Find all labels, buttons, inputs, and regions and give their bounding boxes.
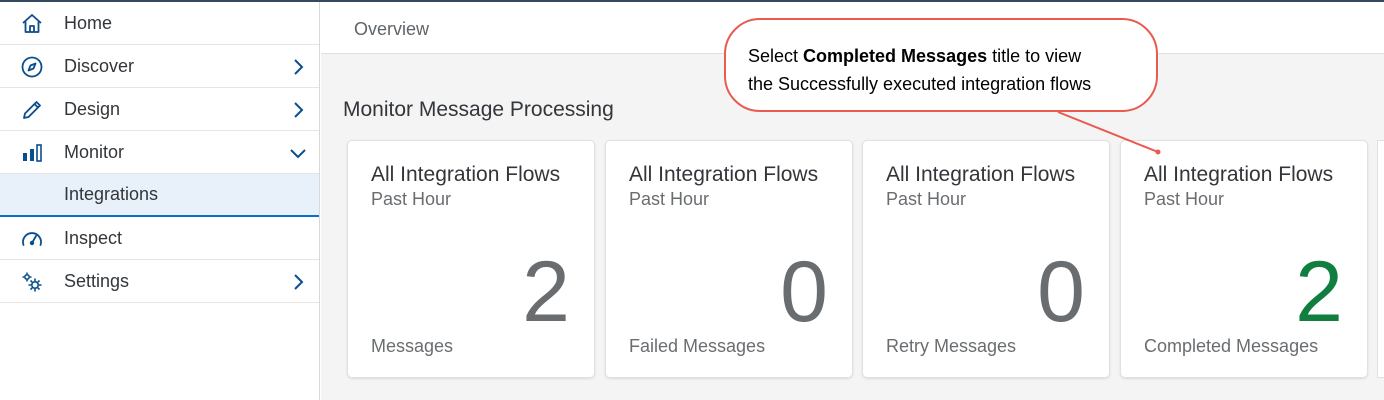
nav-item-label: Discover (64, 55, 135, 76)
callout-bold-text: Completed Messages (803, 46, 988, 66)
tile-footer: Completed Messages (1144, 336, 1319, 356)
tile-count: 0 (1037, 244, 1085, 340)
nav-item-label: Inspect (64, 227, 123, 248)
gauge-icon (20, 227, 44, 251)
nav-item-monitor[interactable]: Monitor (0, 131, 319, 174)
tile-title[interactable]: All Integration Flows (1144, 163, 1333, 187)
tile-completed-messages[interactable]: All Integration Flows Past Hour 2 Comple… (1121, 141, 1367, 377)
callout-suffix: title to view (987, 46, 1082, 66)
nav-item-integrations[interactable]: Integrations (0, 174, 319, 217)
callout-line-2: the Successfully executed integration fl… (748, 74, 1092, 94)
tile-partial[interactable] (1378, 141, 1384, 377)
home-icon (20, 12, 44, 36)
chevron-right-icon[interactable] (288, 57, 308, 77)
tile-footer: Retry Messages (886, 336, 1017, 356)
chevron-right-icon[interactable] (288, 100, 308, 120)
tile-failed-messages[interactable]: All Integration Flows Past Hour 0 Failed… (606, 141, 852, 377)
bar-chart-icon (20, 141, 44, 165)
callout-prefix: Select (748, 46, 804, 66)
nav-item-label: Monitor (64, 141, 125, 162)
section-title: Monitor Message Processing (343, 98, 614, 121)
nav-item-inspect[interactable]: Inspect (0, 217, 319, 260)
nav-item-home[interactable]: Home (0, 2, 319, 45)
gears-icon (20, 270, 44, 294)
side-navigation: Home Discover Design Monitor Integration… (0, 2, 320, 400)
nav-item-design[interactable]: Design (0, 88, 319, 131)
breadcrumb[interactable]: Overview (354, 19, 429, 40)
tile-count: 0 (780, 244, 828, 340)
tile-count: 2 (522, 244, 570, 340)
pencil-icon (20, 98, 44, 122)
compass-icon (20, 55, 44, 79)
nav-item-label: Settings (64, 270, 130, 291)
nav-item-discover[interactable]: Discover (0, 45, 319, 88)
chevron-down-icon[interactable] (288, 143, 308, 163)
annotation-callout: Select Completed Messages title to view … (724, 18, 1158, 112)
tile-subtitle: Past Hour (1144, 189, 1225, 209)
tile-subtitle: Past Hour (371, 189, 452, 209)
tile-title[interactable]: All Integration Flows (886, 163, 1075, 187)
tile-footer: Failed Messages (629, 336, 766, 356)
tile-count: 2 (1295, 244, 1343, 340)
tile-title[interactable]: All Integration Flows (371, 163, 560, 187)
nav-item-label: Integrations (64, 184, 159, 204)
tile-subtitle: Past Hour (629, 189, 710, 209)
tile-messages[interactable]: All Integration Flows Past Hour 2 Messag… (348, 141, 594, 377)
nav-item-label: Home (64, 12, 113, 33)
tile-footer: Messages (371, 336, 454, 356)
nav-item-label: Design (64, 98, 121, 119)
tile-subtitle: Past Hour (886, 189, 967, 209)
tile-retry-messages[interactable]: All Integration Flows Past Hour 0 Retry … (863, 141, 1109, 377)
callout-line-1: Select Completed Messages title to view (748, 46, 1081, 67)
tile-title[interactable]: All Integration Flows (629, 163, 818, 187)
chevron-right-icon[interactable] (288, 272, 308, 292)
nav-item-settings[interactable]: Settings (0, 260, 319, 303)
